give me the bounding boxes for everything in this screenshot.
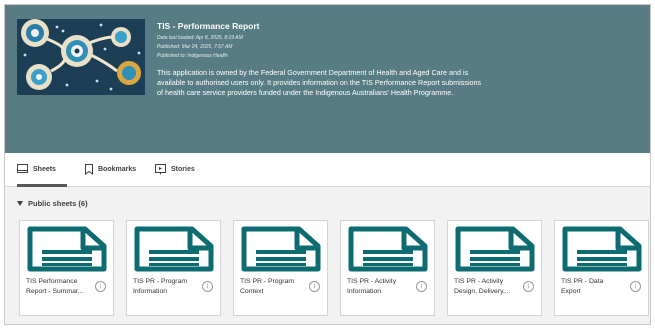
- tab-bar: Sheets Bookmarks Stories: [5, 153, 650, 187]
- app-thumbnail: [17, 19, 145, 95]
- sheet-card[interactable]: TIS PR - Activity Design, Delivery,... i: [447, 220, 542, 316]
- sheet-thumbnail-icon: [234, 221, 327, 273]
- sheet-title-line2: Information: [347, 287, 382, 295]
- data-last-loaded: Data last loaded: Apr 8, 2025, 8:19 AM: [157, 35, 243, 41]
- sheet-title-line1: TIS PR - Program: [240, 278, 295, 285]
- published-date: Published: Mar 24, 2025, 7:57 AM: [157, 44, 233, 50]
- sheet-title-line2: Design, Delivery,...: [454, 287, 511, 295]
- app-overview: TIS - Performance Report Data last loade…: [4, 4, 651, 325]
- app-header: TIS - Performance Report Data last loade…: [5, 5, 650, 153]
- sheet-card[interactable]: TIS PR - Program Context i: [233, 220, 328, 316]
- sheet-thumbnail-icon: [127, 221, 220, 273]
- sheet-card[interactable]: TIS PR - Activity Information i: [340, 220, 435, 316]
- sheet-title-line1: TIS Performance: [26, 278, 78, 285]
- sheet-thumbnail-icon: [448, 221, 541, 273]
- sheet-card[interactable]: TIS PR - Program Information i: [126, 220, 221, 316]
- info-icon[interactable]: i: [202, 281, 213, 292]
- sheet-title-line1: TIS PR - Data: [561, 278, 604, 285]
- sheet-thumbnail-icon: [555, 221, 648, 273]
- caret-down-icon: [17, 201, 23, 206]
- info-icon[interactable]: i: [309, 281, 320, 292]
- tab-sheets-label: Sheets: [33, 165, 56, 173]
- info-icon[interactable]: i: [523, 281, 534, 292]
- public-sheets-toggle[interactable]: Public sheets (6): [17, 199, 88, 208]
- bookmark-icon: [85, 164, 93, 175]
- stories-icon: [155, 164, 166, 175]
- sheet-card[interactable]: TIS PR - Data Export i: [554, 220, 649, 316]
- app-title: TIS - Performance Report: [157, 21, 260, 31]
- tab-stories[interactable]: Stories: [155, 164, 195, 175]
- sheet-title-line1: TIS PR - Program: [133, 278, 188, 285]
- sheet-title-line2: Report - Summar...: [26, 287, 84, 295]
- sheet-title-line2: Context: [240, 287, 264, 295]
- sheet-title-line2: Information: [133, 287, 168, 295]
- app-description: This application is owned by the Federal…: [157, 68, 482, 98]
- public-sheets-label: Public sheets (6): [28, 199, 88, 208]
- tab-bookmarks-label: Bookmarks: [98, 166, 137, 173]
- tab-sheets[interactable]: Sheets: [17, 164, 56, 174]
- published-to: Published to: Indigenous Health: [157, 53, 228, 59]
- info-icon[interactable]: i: [630, 281, 641, 292]
- tab-bookmarks[interactable]: Bookmarks: [85, 164, 136, 175]
- tab-stories-label: Stories: [171, 166, 195, 173]
- info-icon[interactable]: i: [416, 281, 427, 292]
- sheet-card[interactable]: TIS Performance Report - Summar... i: [19, 220, 114, 316]
- sheet-title-line2: Export: [561, 287, 581, 295]
- sheet-thumbnail-icon: [341, 221, 434, 273]
- sheet-title-line1: TIS PR - Activity: [454, 278, 504, 285]
- sheet-thumbnail-icon: [20, 221, 113, 273]
- sheet-title-line1: TIS PR - Activity: [347, 278, 397, 285]
- info-icon[interactable]: i: [95, 281, 106, 292]
- active-tab-indicator: [17, 184, 67, 187]
- sheets-icon: [17, 164, 28, 174]
